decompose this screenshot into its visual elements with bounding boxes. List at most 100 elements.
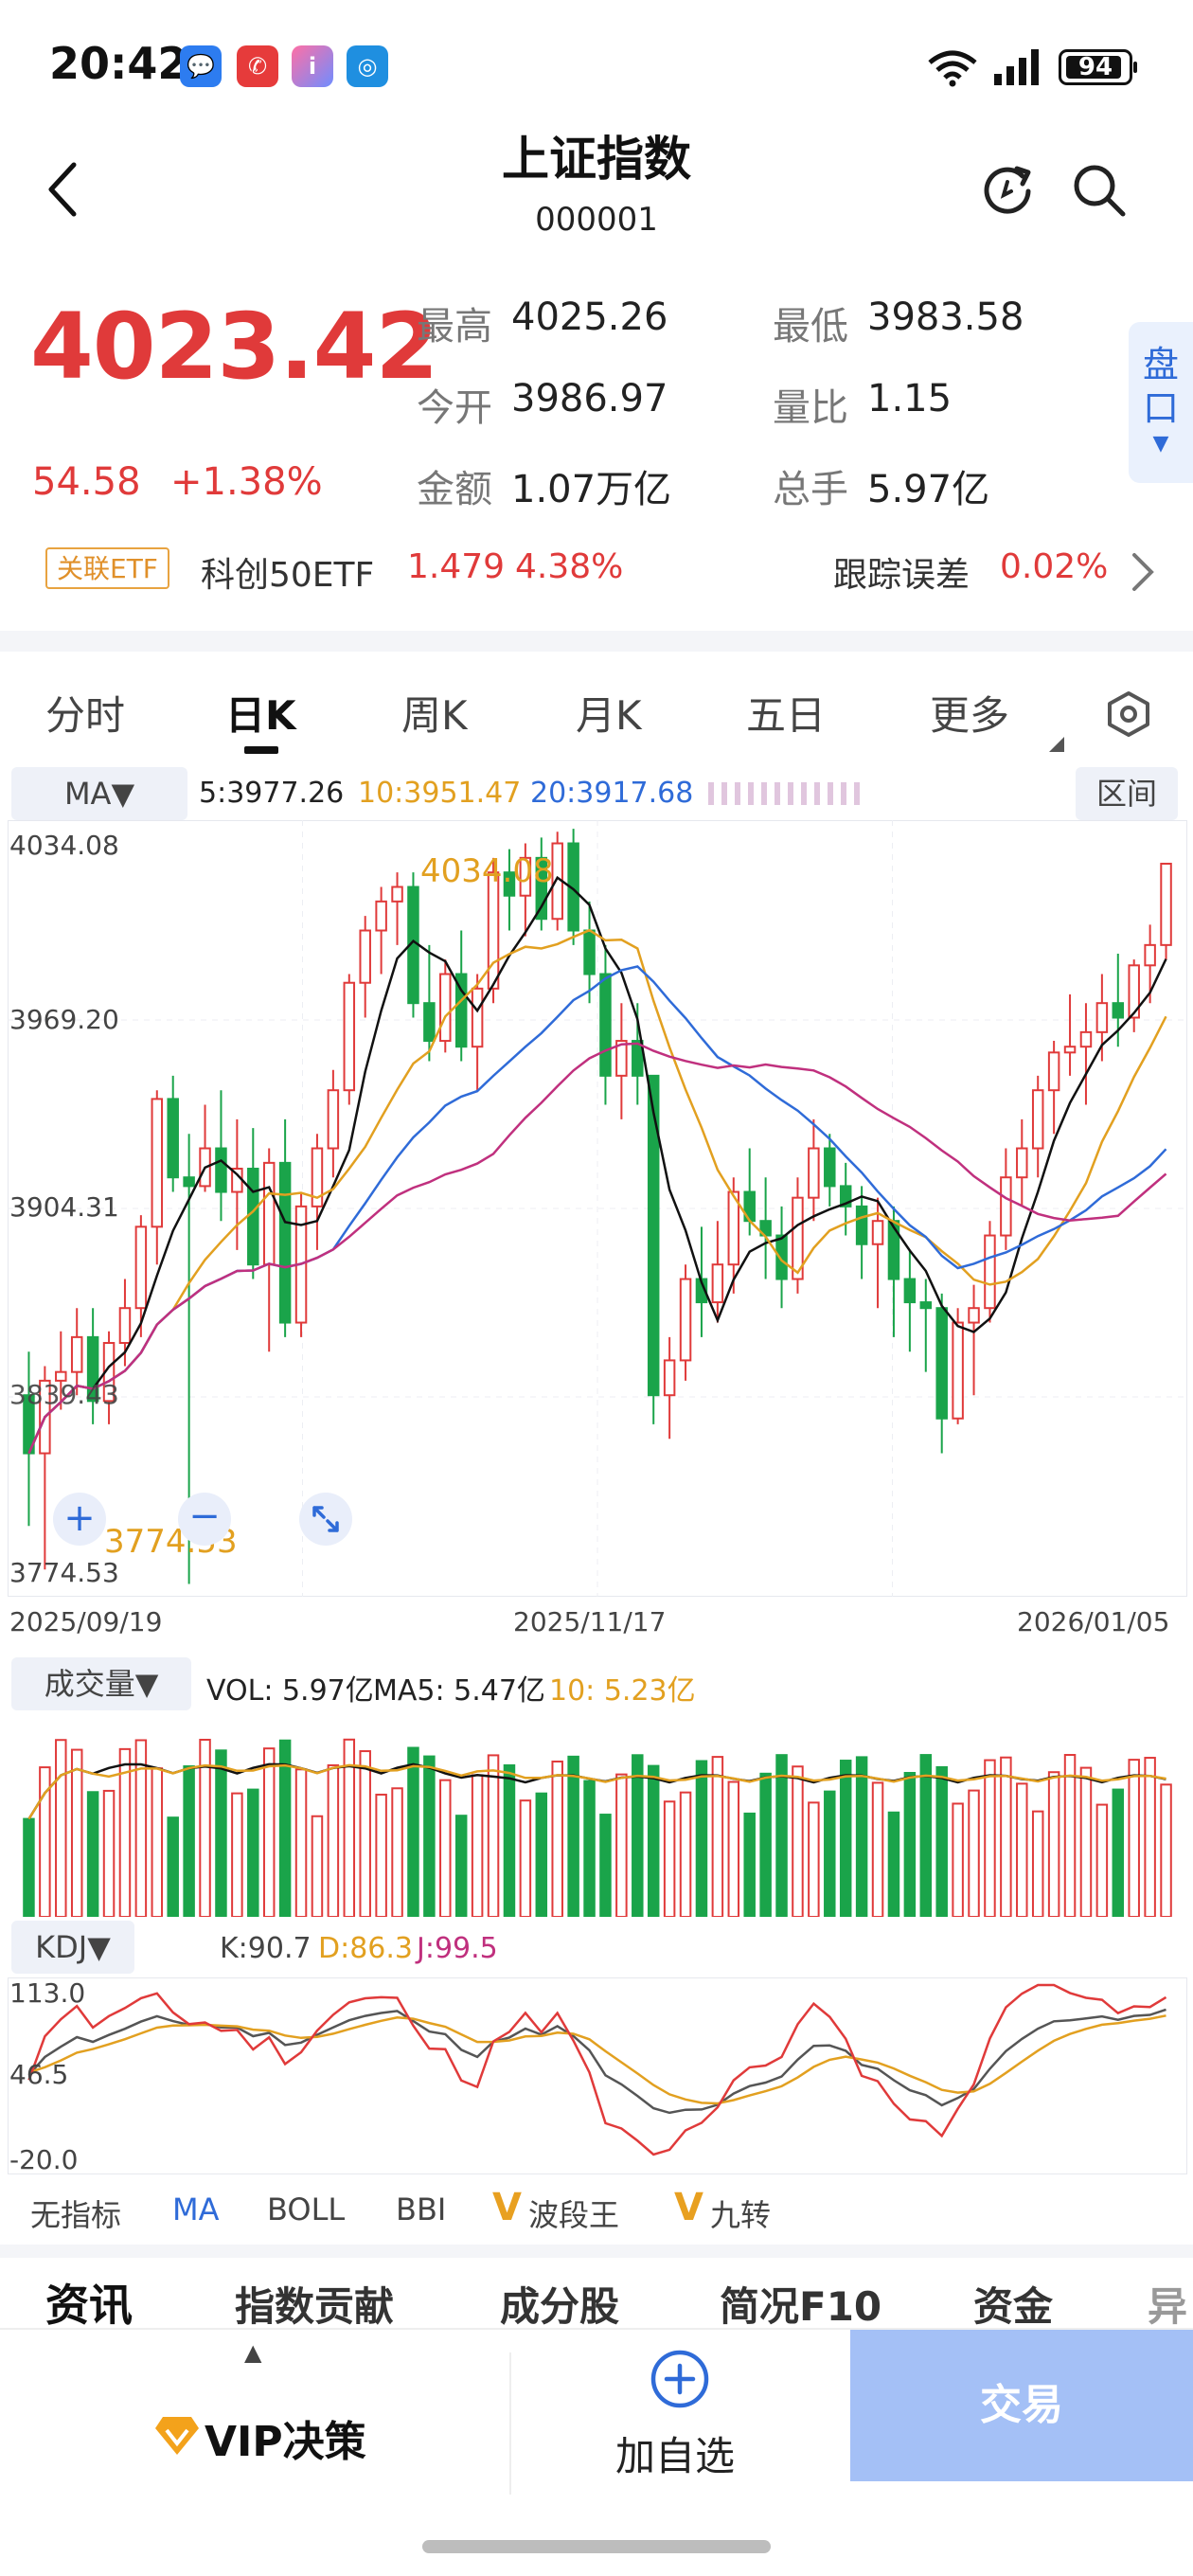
news-tab-contribution[interactable]: 指数贡献: [235, 2275, 394, 2333]
volume-bar: [615, 1773, 628, 1917]
indicator-none[interactable]: 无指标: [30, 2191, 121, 2235]
volume-bar: [919, 1754, 933, 1917]
browser-app-icon: ◎: [347, 45, 388, 87]
trade-button[interactable]: 交易: [850, 2330, 1193, 2481]
kdj-d: D:86.3: [318, 1932, 414, 1965]
volume-value: 5.97亿: [867, 468, 990, 511]
volume-bar: [407, 1746, 419, 1917]
vip-v-icon-2: V: [674, 2186, 703, 2229]
date-mid: 2025/11/17: [513, 1606, 667, 1637]
expand-icon[interactable]: [299, 1493, 352, 1546]
expand-up-icon[interactable]: ▲: [244, 2339, 261, 2366]
zoom-in-icon[interactable]: +: [53, 1493, 106, 1546]
date-end: 2026/01/05: [1017, 1606, 1170, 1637]
news-tab-f10[interactable]: 简况F10: [720, 2275, 881, 2333]
news-tab-info[interactable]: 资讯: [45, 2271, 133, 2334]
kdj-k: K:90.7: [220, 1932, 312, 1965]
bottom-action-bar: ▲ VIP决策 加自选 交易: [0, 2328, 1193, 2519]
y-label-4: 3839.43: [9, 1379, 119, 1410]
tab-monthly-k[interactable]: 月K: [576, 684, 642, 742]
volume-bar: [102, 1789, 116, 1917]
candle-body: [935, 1307, 948, 1420]
candle-body: [1047, 1051, 1060, 1092]
ratio-value: 1.15: [867, 377, 953, 420]
kdj-selector[interactable]: KDJ▼: [11, 1921, 134, 1974]
news-tab-funds[interactable]: 资金: [973, 2275, 1053, 2333]
volume-bar: [727, 1780, 740, 1917]
kdj-chart[interactable]: [8, 1977, 1187, 2174]
volume-bar: [231, 1792, 243, 1917]
candle-body: [1031, 1089, 1044, 1150]
indicator-boll[interactable]: BOLL: [267, 2191, 345, 2227]
vol-value: VOL: 5.97亿: [206, 1674, 374, 1708]
kdj-y-mid: 46.5: [9, 2059, 69, 2090]
add-watchlist-button[interactable]: 加自选: [615, 2424, 735, 2482]
ma30-value-blurred: [708, 782, 860, 805]
low-value: 3983.58: [867, 295, 1024, 339]
open-label: 今开: [417, 386, 492, 430]
indicator-bbi[interactable]: BBI: [396, 2191, 446, 2227]
wifi-icon: [928, 50, 977, 87]
volume-selector[interactable]: 成交量▼: [11, 1657, 191, 1710]
volume-bar: [86, 1791, 99, 1917]
volume-bar: [247, 1788, 259, 1917]
search-icon[interactable]: [1070, 161, 1131, 220]
tab-daily-k[interactable]: 日K: [225, 684, 296, 742]
volume-bar: [454, 1815, 468, 1917]
volume-chart[interactable]: [8, 1710, 1187, 1917]
add-circle-icon[interactable]: [650, 2349, 710, 2409]
status-time: 20:42: [49, 38, 188, 89]
volume-bar: [632, 1754, 644, 1917]
volume-bar: [55, 1739, 67, 1917]
news-tab-more[interactable]: 异: [1148, 2275, 1193, 2333]
indicator-boduanwang[interactable]: 波段王: [528, 2191, 619, 2235]
volume-bar: [167, 1816, 179, 1917]
vip-v-icon: V: [492, 2186, 522, 2229]
candle-body: [375, 900, 387, 932]
candle-body: [1016, 1147, 1028, 1179]
candle-body: [599, 973, 612, 1077]
home-indicator: [422, 2540, 771, 2553]
ma-selector[interactable]: MA▼: [11, 767, 187, 820]
zoom-out-icon[interactable]: −: [178, 1493, 231, 1546]
chevron-right-icon[interactable]: [1131, 551, 1155, 593]
y-label-2: 3969.20: [9, 1004, 119, 1035]
etf-price: 1.479: [407, 547, 506, 586]
indicator-ma[interactable]: MA: [172, 2191, 220, 2227]
section-divider-2: [0, 2245, 1193, 2258]
pankou-button[interactable]: 盘口 ▼: [1129, 322, 1193, 483]
volume-bar: [968, 1789, 980, 1917]
volume-bar: [775, 1754, 788, 1917]
settings-hexagon-icon[interactable]: [1104, 689, 1153, 739]
tab-five-day[interactable]: 五日: [746, 684, 826, 742]
volume-bar: [1112, 1788, 1125, 1917]
candle-body: [118, 1307, 132, 1345]
candle-body: [887, 1220, 900, 1280]
range-button[interactable]: 区间: [1076, 767, 1178, 820]
volume-bar: [663, 1800, 676, 1917]
tab-weekly-k[interactable]: 周K: [401, 684, 468, 742]
volume-bar: [311, 1815, 324, 1917]
volume-bar: [375, 1793, 387, 1917]
price-change-pct: +1.38%: [170, 460, 323, 504]
low-label: 最低: [773, 305, 848, 349]
pankou-label: 盘口: [1142, 344, 1179, 429]
candle-body: [471, 987, 484, 1048]
etf-name[interactable]: 科创50ETF: [201, 547, 374, 597]
news-tab-constituents[interactable]: 成分股: [500, 2275, 619, 2333]
tab-more[interactable]: 更多: [930, 684, 1009, 742]
tab-intraday[interactable]: 分时: [45, 684, 125, 742]
kline-chart[interactable]: [8, 820, 1187, 1597]
kdj-j: J:99.5: [417, 1932, 498, 1965]
vol-ma10: 10: 5.23亿: [549, 1674, 696, 1708]
volume-label: 总手: [773, 468, 848, 511]
volume-bar: [824, 1790, 836, 1917]
volume-bar: [887, 1811, 900, 1917]
volume-bar: [808, 1801, 820, 1917]
refresh-icon[interactable]: [981, 163, 1036, 218]
volume-bar: [567, 1755, 579, 1917]
candle-body: [439, 973, 452, 1043]
indicator-jiuzhuan[interactable]: 九转: [710, 2191, 771, 2235]
bar-divider: [509, 2352, 511, 2495]
vip-decision-button[interactable]: VIP决策: [205, 2407, 366, 2468]
